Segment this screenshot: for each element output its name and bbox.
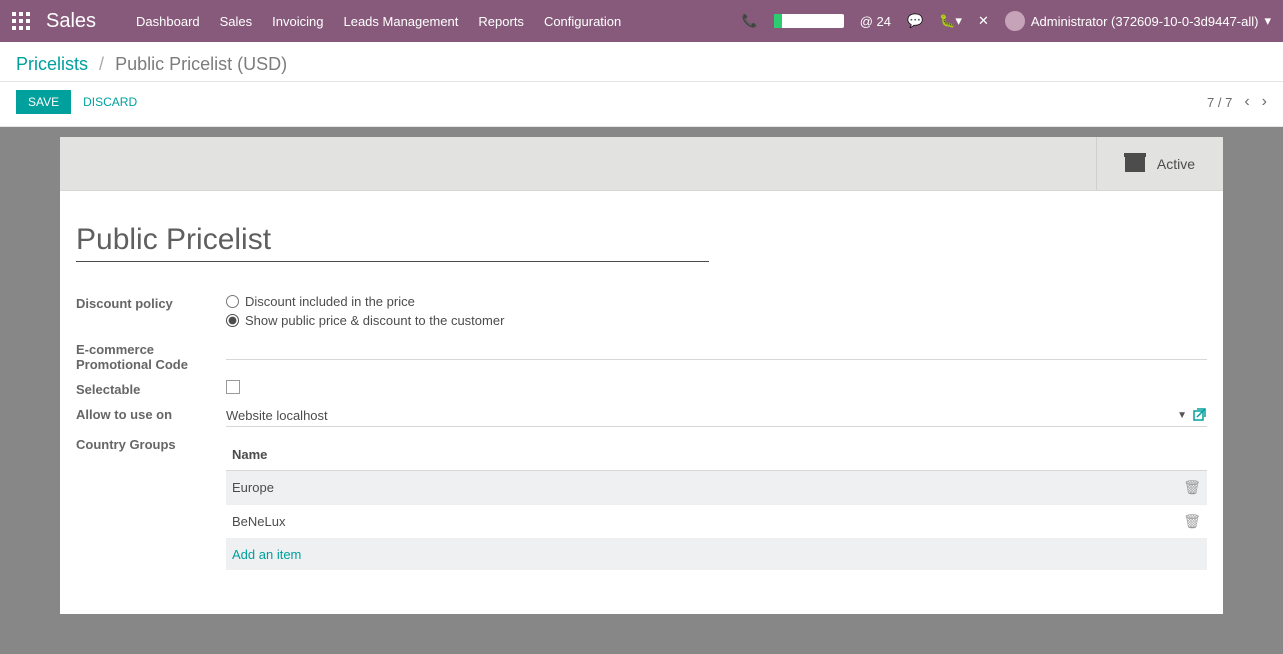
table-row[interactable]: Europe 🗑: [226, 471, 1207, 505]
table-cell-name: BeNeLux: [232, 514, 1183, 529]
pager: 7 / 7 ‹ ›: [1207, 93, 1267, 111]
content-outer: Active Discount policy Discount included…: [0, 127, 1283, 654]
radio-discount-included[interactable]: Discount included in the price: [226, 294, 1207, 309]
form-body: Discount policy Discount included in the…: [60, 191, 1223, 614]
nav-invoicing[interactable]: Invoicing: [272, 14, 323, 29]
breadcrumb: Pricelists / Public Pricelist (USD): [16, 54, 1267, 75]
user-menu[interactable]: Administrator (372609-10-0-3d9447-all) ▾: [1005, 11, 1271, 31]
messages-icon[interactable]: @ 24: [860, 14, 891, 29]
selectable-checkbox[interactable]: [226, 380, 240, 394]
chat-icon[interactable]: 💬: [907, 13, 923, 29]
pager-next[interactable]: ›: [1262, 93, 1267, 111]
breadcrumb-bar: Pricelists / Public Pricelist (USD): [0, 42, 1283, 82]
chevron-down-icon[interactable]: ▼: [1177, 410, 1187, 421]
debug-icon[interactable]: 🐛▾: [939, 13, 962, 29]
discard-button[interactable]: DISCARD: [71, 90, 149, 114]
name-input[interactable]: [76, 219, 709, 262]
active-label: Active: [1157, 156, 1195, 172]
allow-use-select[interactable]: Website localhost ▼: [226, 405, 1207, 427]
main-nav: Dashboard Sales Invoicing Leads Manageme…: [136, 14, 621, 29]
table-header-name: Name: [226, 439, 1207, 471]
radio-show-public-input[interactable]: [226, 314, 239, 327]
label-allow-use: Allow to use on: [76, 405, 226, 422]
save-button[interactable]: SAVE: [16, 90, 71, 114]
radio-show-public[interactable]: Show public price & discount to the cust…: [226, 313, 1207, 328]
delete-row-icon[interactable]: 🗑: [1183, 479, 1201, 496]
nav-reports[interactable]: Reports: [478, 14, 524, 29]
add-item-link[interactable]: Add an item: [226, 539, 1207, 570]
radio-discount-included-label: Discount included in the price: [245, 294, 415, 309]
delete-row-icon[interactable]: 🗑: [1183, 513, 1201, 530]
table-row[interactable]: BeNeLux 🗑: [226, 505, 1207, 539]
breadcrumb-current: Public Pricelist (USD): [115, 54, 287, 74]
nav-leads[interactable]: Leads Management: [343, 14, 458, 29]
progress-bar[interactable]: [774, 14, 844, 28]
breadcrumb-root[interactable]: Pricelists: [16, 54, 88, 74]
phone-icon[interactable]: 📞: [742, 13, 758, 29]
apps-icon[interactable]: [12, 12, 30, 30]
action-bar: SAVE DISCARD 7 / 7 ‹ ›: [0, 82, 1283, 127]
archive-icon: [1125, 156, 1145, 172]
active-toggle[interactable]: Active: [1096, 137, 1223, 190]
country-groups-table: Name Europe 🗑 BeNeLux 🗑 Add an item: [226, 439, 1207, 570]
pager-text: 7 / 7: [1207, 95, 1232, 110]
label-discount-policy: Discount policy: [76, 294, 226, 311]
allow-use-value: Website localhost: [226, 408, 1177, 423]
table-cell-name: Europe: [232, 480, 1183, 495]
pager-prev[interactable]: ‹: [1244, 93, 1249, 111]
sheet: Active Discount policy Discount included…: [60, 137, 1223, 614]
label-country-groups: Country Groups: [76, 435, 226, 452]
radio-discount-included-input[interactable]: [226, 295, 239, 308]
nav-configuration[interactable]: Configuration: [544, 14, 621, 29]
ecommerce-code-input[interactable]: [226, 340, 1207, 355]
topbar-right: 📞 @ 24 💬 🐛▾ ✕ Administrator (372609-10-0…: [742, 11, 1271, 31]
external-link-icon[interactable]: [1193, 407, 1207, 424]
progress-fill: [774, 14, 782, 28]
chevron-down-icon: ▾: [1264, 13, 1271, 29]
label-ecommerce: E-commerce Promotional Code: [76, 340, 226, 372]
topbar: Sales Dashboard Sales Invoicing Leads Ma…: [0, 0, 1283, 42]
nav-sales[interactable]: Sales: [220, 14, 253, 29]
breadcrumb-sep: /: [99, 54, 104, 74]
tools-icon[interactable]: ✕: [978, 13, 989, 29]
statusbar: Active: [60, 137, 1223, 191]
nav-dashboard[interactable]: Dashboard: [136, 14, 200, 29]
radio-show-public-label: Show public price & discount to the cust…: [245, 313, 504, 328]
avatar: [1005, 11, 1025, 31]
label-selectable: Selectable: [76, 380, 226, 397]
app-title[interactable]: Sales: [46, 10, 96, 33]
user-name: Administrator (372609-10-0-3d9447-all): [1031, 14, 1259, 29]
